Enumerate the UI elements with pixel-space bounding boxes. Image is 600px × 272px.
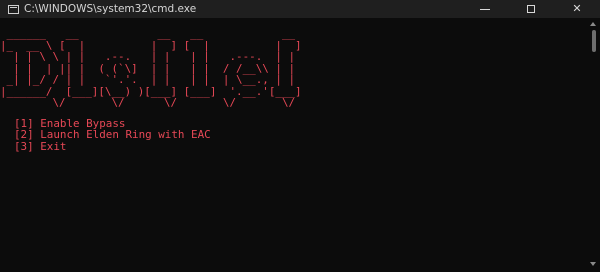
menu-option-exit: [3] Exit [14,139,67,153]
cmd-window: C:\WINDOWS\system32\cmd.exe ✕ ______ __ … [0,0,600,272]
maximize-button[interactable] [508,0,554,18]
maximize-icon [527,5,535,13]
minimize-icon [480,8,490,10]
window-controls: ✕ [462,0,600,18]
scroll-down-icon[interactable] [590,262,596,266]
menu-options: [1] Enable Bypass [2] Launch Elden Ring … [14,118,211,152]
vertical-scrollbar[interactable] [588,18,600,272]
scroll-up-icon[interactable] [590,22,596,26]
cmd-app-icon [8,4,19,14]
menu-option-launch-eac: [2] Launch Elden Ring with EAC [14,128,211,142]
window-title: C:\WINDOWS\system32\cmd.exe [24,3,197,15]
scrollbar-thumb[interactable] [592,30,596,52]
close-icon: ✕ [572,2,582,15]
ascii-banner: ______ __ __ __ __ |_ __ \ [ | | ] [ | |… [0,27,302,109]
close-button[interactable]: ✕ [554,0,600,18]
minimize-button[interactable] [462,0,508,18]
title-bar[interactable]: C:\WINDOWS\system32\cmd.exe ✕ [0,0,600,18]
console-output[interactable]: ______ __ __ __ __ |_ __ \ [ | | ] [ | |… [0,18,588,272]
